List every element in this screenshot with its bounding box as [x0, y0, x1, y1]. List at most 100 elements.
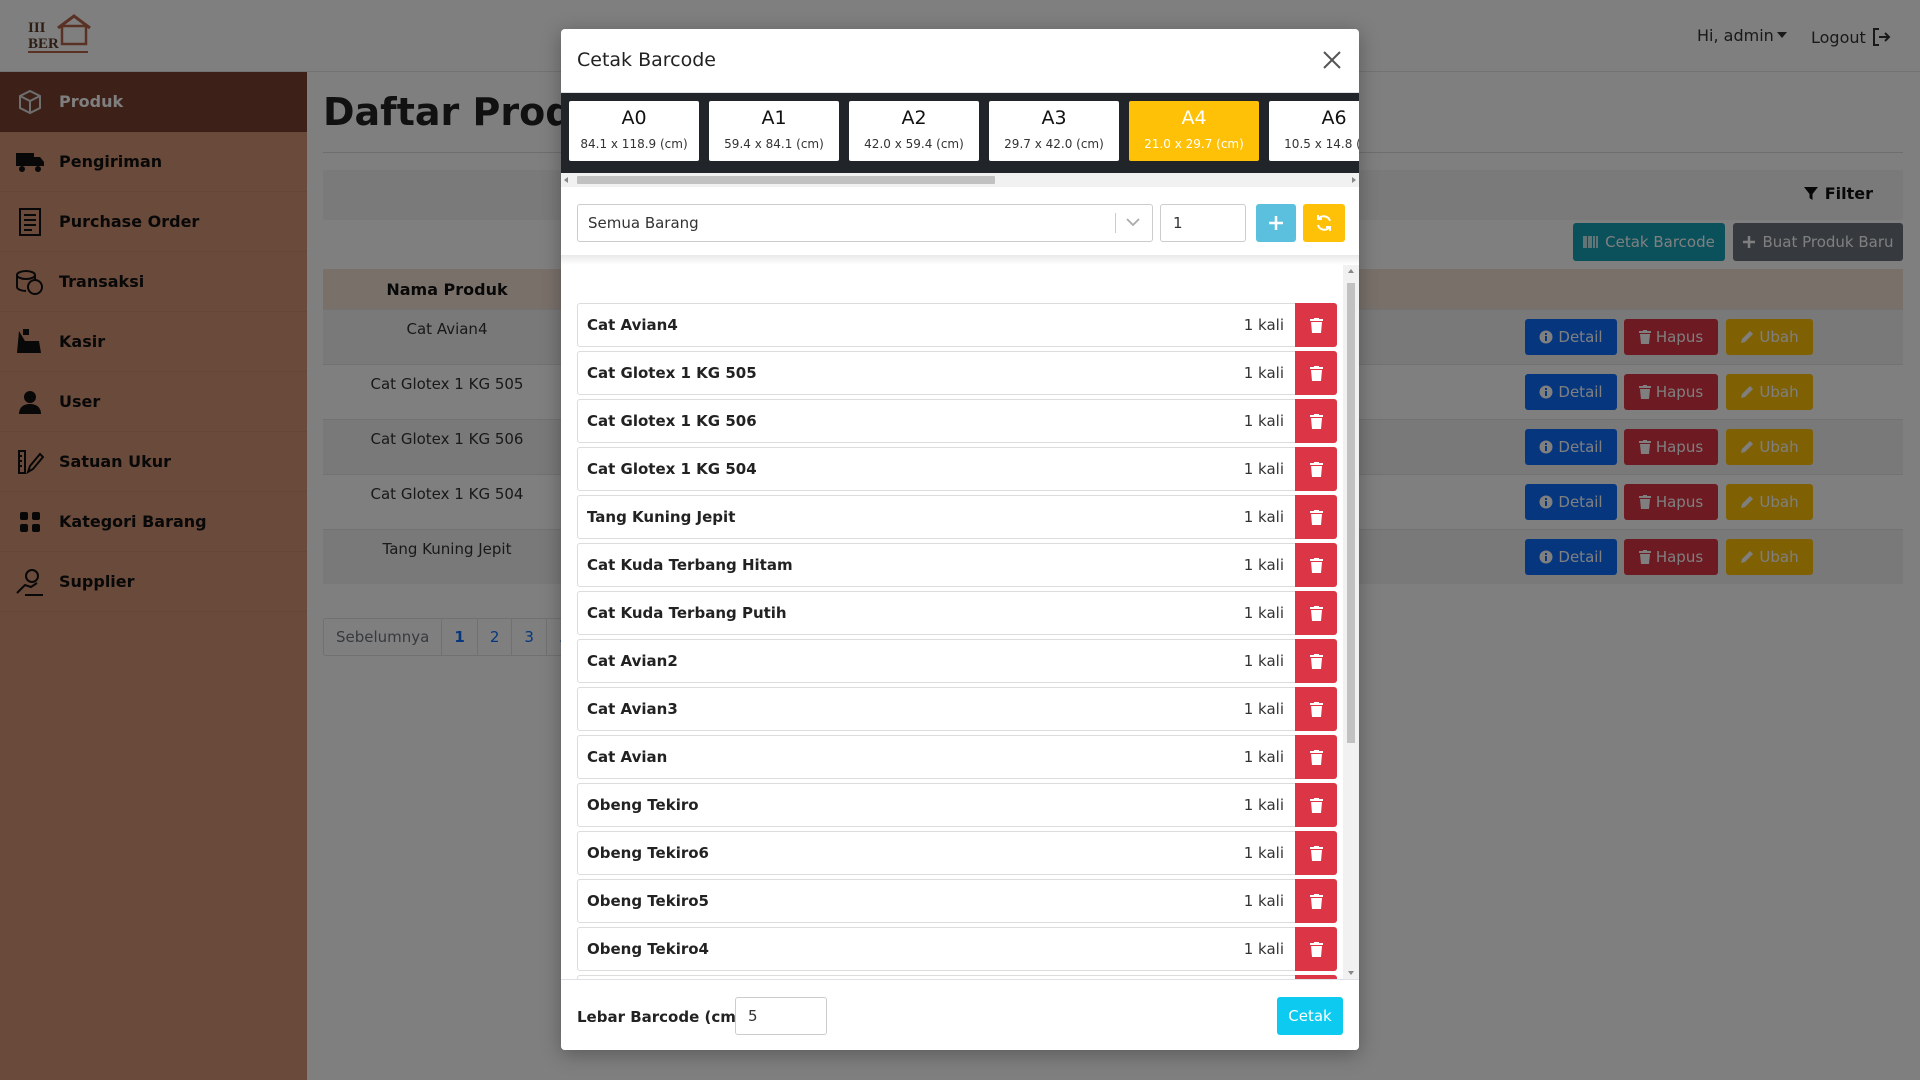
item-select[interactable]: Semua Barang — [577, 204, 1153, 242]
paper-size-name: A1 — [761, 107, 787, 129]
chevron-down-icon — [1126, 218, 1140, 227]
delete-item-button[interactable] — [1295, 495, 1337, 539]
barcode-list-item: Cat Avian2 1 kali — [577, 639, 1337, 683]
barcode-list-item: Tang Kuning Jepit 1 kali — [577, 495, 1337, 539]
barcode-list-item: Obeng Tekiro4 1 kali — [577, 927, 1337, 971]
cetak-barcode-modal: Cetak Barcode A0 84.1 x 118.9 (cm) A1 59.4 … — [561, 29, 1359, 1050]
item-count: 1 kali — [1243, 364, 1284, 382]
delete-item-button[interactable] — [1295, 591, 1337, 635]
refresh-button[interactable] — [1303, 204, 1345, 242]
delete-item-button[interactable] — [1295, 927, 1337, 971]
barcode-list-item: Cat Glotex 1 KG 505 1 kali — [577, 351, 1337, 395]
delete-item-button[interactable] — [1295, 735, 1337, 779]
scroll-left-icon[interactable] — [564, 177, 568, 183]
barcode-list-item: Cat Kuda Terbang Putih 1 kali — [577, 591, 1337, 635]
barcode-list-item: Cat Avian 1 kali — [577, 735, 1337, 779]
list-divider — [561, 255, 1359, 265]
paper-size-name: A2 — [901, 107, 927, 129]
paper-size-name: A4 — [1181, 107, 1207, 129]
paper-size-a0[interactable]: A0 84.1 x 118.9 (cm) — [569, 101, 699, 161]
item-name: Cat Avian4 — [587, 316, 678, 334]
paper-size-dimensions: 84.1 x 118.9 (cm) — [580, 137, 688, 151]
barcode-list-item: Cat Kuda Terbang Hitam 1 kali — [577, 543, 1337, 587]
paper-size-dimensions: 10.5 x 14.8 (cm) — [1284, 137, 1359, 151]
barcode-list-item: Cat Glotex 1 KG 506 1 kali — [577, 399, 1337, 443]
item-name: Tang Kuning Jepit — [587, 508, 736, 526]
delete-item-button[interactable] — [1295, 543, 1337, 587]
refresh-icon — [1317, 215, 1331, 231]
trash-icon — [1309, 701, 1323, 717]
paper-size-dimensions: 59.4 x 84.1 (cm) — [724, 137, 824, 151]
item-count: 1 kali — [1243, 748, 1284, 766]
barcode-item-list: Cat Avian4 1 kali Cat Glotex 1 KG 505 1 kal… — [561, 265, 1359, 979]
item-name: Obeng Tekiro4 — [587, 940, 709, 958]
lebar-barcode-label: Lebar Barcode (cm) — [577, 1008, 743, 1026]
item-count: 1 kali — [1243, 940, 1284, 958]
plus-icon — [1269, 216, 1283, 230]
scroll-down-icon[interactable] — [1348, 971, 1354, 975]
item-name: Cat Kuda Terbang Hitam — [587, 556, 793, 574]
lebar-barcode-input[interactable] — [735, 997, 827, 1035]
item-count: 1 kali — [1243, 700, 1284, 718]
paper-size-a2[interactable]: A2 42.0 x 59.4 (cm) — [849, 101, 979, 161]
scrollbar-thumb[interactable] — [1347, 283, 1355, 743]
paper-size-selector: A0 84.1 x 118.9 (cm) A1 59.4 x 84.1 (cm) A2 4… — [561, 93, 1359, 173]
item-name: Cat Glotex 1 KG 504 — [587, 460, 757, 478]
trash-icon — [1309, 461, 1323, 477]
item-count: 1 kali — [1243, 556, 1284, 574]
barcode-list-item: Obeng Tekiro6 1 kali — [577, 831, 1337, 875]
close-icon[interactable] — [1321, 49, 1343, 71]
item-count: 1 kali — [1243, 796, 1284, 814]
delete-item-button[interactable] — [1295, 783, 1337, 827]
paper-size-dimensions: 21.0 x 29.7 (cm) — [1144, 137, 1244, 151]
delete-item-button[interactable] — [1295, 303, 1337, 347]
item-name: Cat Avian2 — [587, 652, 678, 670]
horizontal-scrollbar[interactable] — [561, 173, 1359, 187]
trash-icon — [1309, 749, 1323, 765]
modal-title: Cetak Barcode — [577, 49, 716, 71]
trash-icon — [1309, 413, 1323, 429]
trash-icon — [1309, 605, 1323, 621]
delete-item-button[interactable] — [1295, 639, 1337, 683]
quantity-input[interactable] — [1160, 204, 1246, 242]
trash-icon — [1309, 317, 1323, 333]
delete-item-button[interactable] — [1295, 447, 1337, 491]
trash-icon — [1309, 653, 1323, 669]
item-name: Cat Avian — [587, 748, 668, 766]
scroll-right-icon[interactable] — [1352, 177, 1356, 183]
item-count: 1 kali — [1243, 460, 1284, 478]
modal-header: Cetak Barcode — [561, 29, 1359, 93]
trash-icon — [1309, 557, 1323, 573]
trash-icon — [1309, 941, 1323, 957]
item-name: Obeng Tekiro6 — [587, 844, 709, 862]
cetak-button[interactable]: Cetak — [1277, 997, 1343, 1035]
barcode-list-item: Obeng Tekiro 1 kali — [577, 783, 1337, 827]
item-count: 1 kali — [1243, 892, 1284, 910]
item-name: Obeng Tekiro — [587, 796, 699, 814]
add-item-button[interactable] — [1256, 204, 1296, 242]
select-separator — [1115, 213, 1116, 233]
delete-item-button[interactable] — [1295, 399, 1337, 443]
barcode-list-item: Obeng Tekiro5 1 kali — [577, 879, 1337, 923]
trash-icon — [1309, 893, 1323, 909]
paper-size-name: A0 — [621, 107, 647, 129]
scroll-up-icon[interactable] — [1348, 269, 1354, 273]
delete-item-button[interactable] — [1295, 879, 1337, 923]
paper-size-name: A6 — [1321, 107, 1347, 129]
item-name: Cat Avian3 — [587, 700, 678, 718]
paper-size-a1[interactable]: A1 59.4 x 84.1 (cm) — [709, 101, 839, 161]
delete-item-button[interactable] — [1295, 687, 1337, 731]
vertical-scrollbar[interactable] — [1343, 265, 1359, 979]
delete-item-button[interactable] — [1295, 831, 1337, 875]
item-name: Cat Glotex 1 KG 505 — [587, 364, 757, 382]
paper-size-a3[interactable]: A3 29.7 x 42.0 (cm) — [989, 101, 1119, 161]
scrollbar-thumb[interactable] — [577, 176, 995, 184]
paper-size-a6[interactable]: A6 10.5 x 14.8 (cm) — [1269, 101, 1359, 161]
delete-item-button[interactable] — [1295, 351, 1337, 395]
trash-icon — [1309, 365, 1323, 381]
barcode-controls: Semua Barang — [577, 204, 1345, 242]
trash-icon — [1309, 797, 1323, 813]
paper-size-a4[interactable]: A4 21.0 x 29.7 (cm) — [1129, 101, 1259, 161]
item-name: Cat Glotex 1 KG 506 — [587, 412, 757, 430]
paper-size-dimensions: 29.7 x 42.0 (cm) — [1004, 137, 1104, 151]
